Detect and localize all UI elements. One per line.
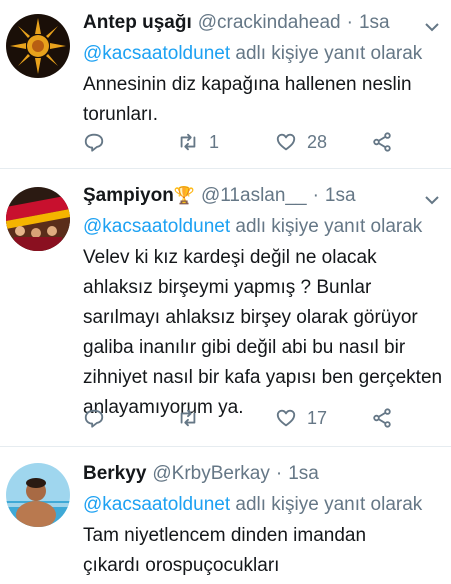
timestamp[interactable]: 1sa [359,10,390,35]
tweet-text: Annesinin diz kapağına hallenen neslin t… [83,74,412,125]
reply-icon [84,133,104,152]
share-button[interactable] [371,407,393,429]
timestamp[interactable]: 1sa [288,461,319,486]
like-button[interactable]: 17 [275,407,327,429]
display-name[interactable]: Berkyy [83,461,146,486]
trophy-icon: 🏆 [173,186,195,205]
reply-context-label: adlı kişiye yanıt olarak [230,216,423,237]
user-handle[interactable]: @crackindahead [198,10,341,35]
share-icon [373,408,391,428]
heart-icon [276,133,296,151]
tweet[interactable]: Antep uşağı @crackindahead · 1sa @kacsaa… [0,0,451,169]
reply-icon [84,409,104,428]
heart-icon [276,409,296,427]
display-name[interactable]: Antep uşağı [83,10,192,35]
retweet-icon [180,409,196,427]
tweet[interactable]: Şampiyon 🏆 @11aslan__ · 1sa @kacsaatoldu… [0,169,451,447]
reply-context: @kacsaatoldunet adlı kişiye yanıt olarak [83,41,445,66]
tweet-text: Tam niyetlencem dinden imandan çıkardı o… [83,525,367,576]
retweet-button[interactable]: 1 [177,131,219,153]
share-button[interactable] [371,131,393,153]
avatar[interactable] [6,14,70,78]
avatar[interactable] [6,187,70,251]
avatar[interactable] [6,463,70,527]
like-count: 28 [307,131,328,152]
retweet-icon [180,133,196,151]
reply-mention-link[interactable]: @kacsaatoldunet [83,43,230,64]
reply-mention-link[interactable]: @kacsaatoldunet [83,494,230,515]
like-button[interactable]: 28 [275,131,327,153]
retweet-count: 1 [209,131,220,152]
like-count: 17 [307,407,328,428]
chevron-down-icon[interactable] [423,191,441,209]
user-handle[interactable]: @KrbyBerkay [152,461,270,486]
chevron-down-icon[interactable] [423,18,441,36]
separator-dot: · [275,463,283,484]
reply-mention-link[interactable]: @kacsaatoldunet [83,216,230,237]
retweet-button[interactable] [177,407,209,429]
reply-context-label: adlı kişiye yanıt olarak [230,494,423,515]
separator-dot: · [312,185,319,206]
reply-context: @kacsaatoldunet adlı kişiye yanıt olarak [83,492,445,517]
timestamp[interactable]: 1sa [325,183,356,208]
user-handle[interactable]: @11aslan__ [201,183,307,208]
separator-dot: · [346,12,353,33]
display-name[interactable]: Şampiyon [83,183,174,208]
reply-button[interactable] [83,131,105,153]
reply-context: @kacsaatoldunet adlı kişiye yanıt olarak [83,214,445,239]
reply-context-label: adlı kişiye yanıt olarak [230,43,423,64]
share-icon [373,132,391,152]
tweet-text: Velev ki kız kardeşi değil ne olacak ahl… [83,247,443,418]
reply-button[interactable] [83,407,105,429]
tweet[interactable]: Berkyy @KrbyBerkay · 1sa @kacsaatoldunet… [0,447,451,584]
